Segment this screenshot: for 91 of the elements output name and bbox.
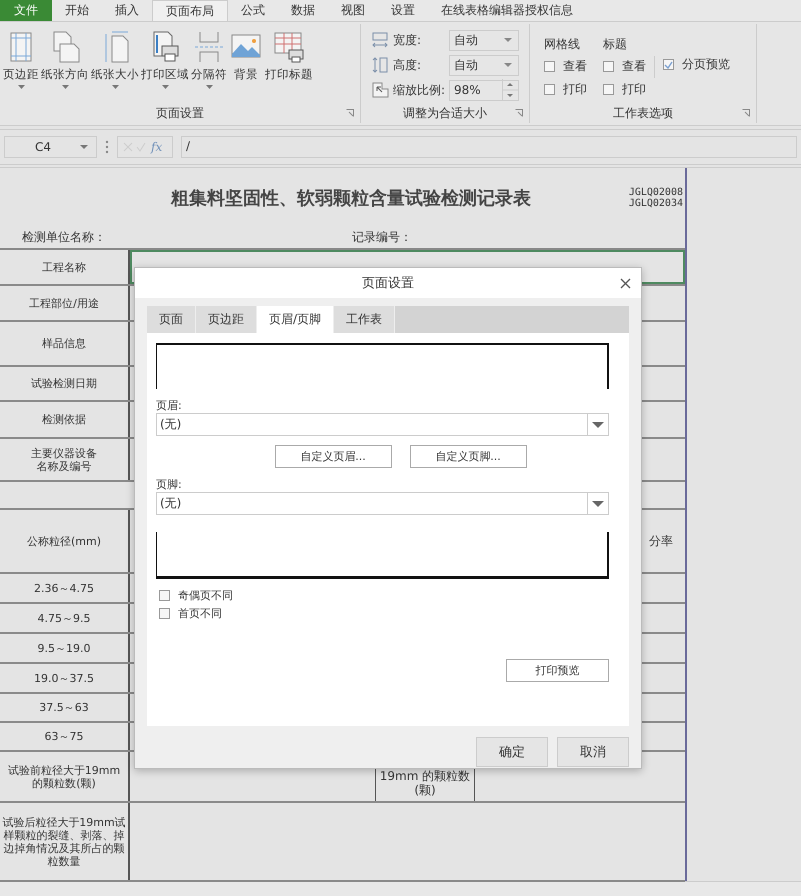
menu-tab[interactable]: 公式 (228, 0, 278, 21)
print-preview-button[interactable]: 打印预览 (506, 659, 609, 682)
checkbox[interactable]: 分页预览 (663, 56, 730, 73)
menu-tab[interactable]: 文件 (0, 0, 52, 21)
ribbon-button[interactable]: 打印标题 (264, 28, 314, 92)
menu-tab[interactable]: 开始 (52, 0, 102, 21)
table-cell: 4.75～9.5 (38, 612, 90, 624)
table-cell: 19mm 的颗粒数 (颗) (380, 769, 470, 797)
table-cell: 19.0～37.5 (34, 672, 94, 684)
ribbon-button[interactable]: 纸张方向 (40, 28, 90, 92)
field-label: 宽度: (393, 32, 422, 48)
name-box[interactable]: C4 (4, 136, 97, 158)
table-cell: 试验后粒径大于19mm试样颗粒的裂缝、剥落、掉边掉角情况及其所占的颗粒数量 (2, 816, 126, 868)
dialog-title: 页面设置 (362, 275, 414, 292)
caret-icon (80, 145, 88, 149)
table-cell: 样品信息 (42, 337, 86, 350)
menu-tab[interactable]: 页面布局 (152, 0, 228, 21)
group-title: 页面设置 (156, 104, 204, 122)
dialog-launcher-icon[interactable] (346, 109, 354, 117)
table-cell: 工程名称 (42, 260, 86, 274)
table-cell-text: 试验前粒径大于19mm 的颗粒数(颗) (6, 764, 122, 790)
custom-footer-button[interactable]: 自定义页脚... (410, 445, 526, 468)
checkbox[interactable]: 首页不同 (159, 607, 609, 620)
caret-icon (504, 63, 512, 67)
group-title: 工作表选项 (613, 104, 673, 122)
height-icon (371, 56, 389, 74)
table-cell: 试验检测日期 (31, 377, 97, 390)
menu-tab[interactable]: 数据 (278, 0, 328, 21)
ribbon-button[interactable]: 纸张大小 (90, 28, 140, 92)
ribbon-button[interactable]: 背景 (228, 28, 264, 92)
checkmark-icon (664, 60, 673, 68)
header-dropdown[interactable]: (无) (156, 413, 609, 436)
form-code: JGLQ02034 (628, 198, 683, 209)
table-cell: 检测依据 (42, 413, 86, 426)
cancel-button[interactable]: 取消 (557, 737, 629, 767)
section-heading: 网格线 (544, 36, 581, 50)
section-heading: 标题 (603, 36, 628, 50)
more-icon (105, 140, 109, 154)
field-label: 缩放比例: (393, 82, 445, 98)
menu-tab[interactable]: 插入 (102, 0, 152, 21)
dialog-launcher-icon[interactable] (515, 109, 523, 117)
horizontal-scrollbar[interactable] (0, 881, 801, 896)
checkbox[interactable]: 查看 (544, 58, 587, 75)
page-icon (192, 30, 226, 64)
dropdown-field[interactable]: 自动 (449, 30, 519, 50)
width-icon (371, 31, 389, 49)
checkbox[interactable]: 查看 (603, 58, 646, 75)
ribbon-button[interactable]: 打印区域 (140, 28, 190, 92)
table-printer-icon (272, 30, 306, 64)
dialog-launcher-icon[interactable] (742, 109, 750, 117)
field-label: 页眉: (156, 398, 183, 413)
checkbox[interactable]: 奇偶页不同 (159, 589, 609, 602)
caret-icon (592, 422, 604, 428)
formula-field[interactable]: / (181, 136, 797, 158)
sheet-title: 粗集料坚固性、软弱颗粒含量试验检测记录表 (170, 186, 531, 210)
field-label: 页脚: (156, 477, 183, 492)
caret-icon (592, 500, 604, 506)
dialog-tab[interactable]: 页面 (147, 306, 196, 333)
close-icon[interactable] (620, 278, 631, 289)
table-cell-text: 分率 (649, 532, 674, 550)
form-code: JGLQ02008 (628, 186, 683, 198)
ok-button[interactable]: 确定 (476, 737, 548, 767)
menu-tab[interactable]: 在线表格编辑器授权信息 (428, 0, 586, 21)
table-cell: 2.36～4.75 (34, 582, 94, 594)
menu-tab[interactable]: 设置 (378, 0, 428, 21)
dropdown-field[interactable]: 自动 (449, 54, 519, 76)
caret-icon (504, 38, 512, 42)
field-label: 高度: (393, 56, 422, 74)
ribbon-button[interactable]: 分隔符 (190, 28, 228, 92)
checkbox[interactable]: 打印 (603, 81, 646, 98)
custom-header-button[interactable]: 自定义页眉... (274, 445, 392, 468)
group-title: 调整为合适大小 (403, 104, 487, 122)
table-cell: 工程部位/用途 (29, 296, 99, 310)
spinner-arrows-icon[interactable] (502, 79, 518, 101)
dialog-tab[interactable]: 页眉/页脚 (257, 306, 334, 333)
table-cell-text: 主要仪器设备名称及编号 (30, 446, 98, 472)
dialog-tab[interactable]: 工作表 (334, 306, 396, 333)
table-cell: 公称粒径(mm) (26, 534, 101, 548)
table-cell: 9.5～19.0 (38, 642, 90, 654)
table-cell: 记录编号： (352, 229, 412, 246)
menu-tab[interactable]: 视图 (328, 0, 378, 21)
table-cell: 63～75 (44, 730, 84, 743)
dialog-tab[interactable]: 页边距 (196, 306, 257, 333)
table-cell-text: 检测单位名称： (21, 229, 107, 246)
checkbox[interactable]: 打印 (544, 81, 587, 98)
footer-dropdown[interactable]: (无) (156, 492, 609, 515)
check-icon[interactable] (136, 142, 146, 152)
table-cell: 37.5～63 (39, 701, 89, 714)
ribbon-button[interactable]: 页边距 (2, 28, 40, 92)
scale-spinner[interactable]: 98% (449, 80, 519, 100)
scale-icon (371, 81, 389, 99)
